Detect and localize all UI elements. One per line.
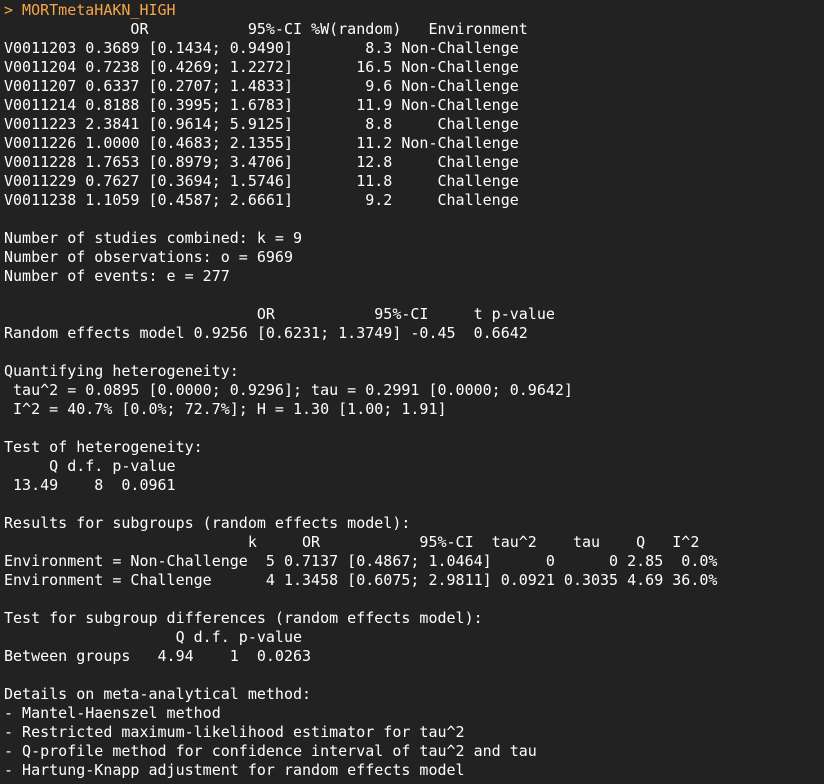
subgroups-title: Results for subgroups (random effects mo… [4, 514, 411, 532]
study-row: V0011204 0.7238 [0.4269; 1.2272] 16.5 No… [4, 58, 519, 76]
study-row: V0011207 0.6337 [0.2707; 1.4833] 9.6 Non… [4, 77, 519, 95]
details-title: Details on meta-analytical method: [4, 685, 312, 703]
studies-count-line: Number of studies combined: k = 9 [4, 229, 303, 247]
study-row: V0011214 0.8188 [0.3995; 1.6783] 11.9 No… [4, 96, 519, 114]
subgroup-row: Environment = Challenge 4 1.3458 [0.6075… [4, 571, 718, 589]
heterogeneity-quant-title: Quantifying heterogeneity: [4, 362, 239, 380]
study-row: V0011228 1.7653 [0.8979; 3.4706] 12.8 Ch… [4, 153, 519, 171]
events-count-line: Number of events: e = 277 [4, 267, 230, 285]
study-row: V0011229 0.7627 [0.3694; 1.5746] 11.8 Ch… [4, 172, 519, 190]
subgroup-diff-title: Test for subgroup differences (random ef… [4, 609, 483, 627]
heterogeneity-test-header: Q d.f. p-value [4, 457, 176, 475]
random-effects-row: Random effects model 0.9256 [0.6231; 1.3… [4, 324, 528, 342]
heterogeneity-test-title: Test of heterogeneity: [4, 438, 203, 456]
subgroup-diff-row: Between groups 4.94 1 0.0263 [4, 647, 312, 665]
observations-count-line: Number of observations: o = 6969 [4, 248, 293, 266]
subgroup-diff-header: Q d.f. p-value [4, 628, 303, 646]
subgroup-row: Environment = Non-Challenge 5 0.7137 [0.… [4, 552, 718, 570]
study-row: V0011238 1.1059 [0.4587; 2.6661] 9.2 Cha… [4, 191, 519, 209]
command-prompt: > MORTmetaHAKN_HIGH [4, 1, 176, 19]
i2-line: I^2 = 40.7% [0.0%; 72.7%]; H = 1.30 [1.0… [4, 400, 447, 418]
details-item: - Mantel-Haenszel method [4, 704, 221, 722]
heterogeneity-test-row: 13.49 8 0.0961 [4, 476, 176, 494]
details-item: - Q-profile method for confidence interv… [4, 742, 537, 760]
study-row: V0011226 1.0000 [0.4683; 2.1355] 11.2 No… [4, 134, 519, 152]
details-item: - Restricted maximum-likelihood estimato… [4, 723, 465, 741]
r-console-output[interactable]: > MORTmetaHAKN_HIGH OR 95%-CI %W(random)… [0, 0, 824, 784]
study-row: V0011223 2.3841 [0.9614; 5.9125] 8.8 Cha… [4, 115, 519, 133]
study-row: V0011203 0.3689 [0.1434; 0.9490] 8.3 Non… [4, 39, 519, 57]
tau-line: tau^2 = 0.0895 [0.0000; 0.9296]; tau = 0… [4, 381, 573, 399]
details-item: - Hartung-Knapp adjustment for random ef… [4, 761, 465, 779]
study-table-header: OR 95%-CI %W(random) Environment [4, 20, 528, 38]
random-effects-header: OR 95%-CI t p-value [4, 305, 555, 323]
subgroups-header: k OR 95%-CI tau^2 tau Q I^2 [4, 533, 700, 551]
